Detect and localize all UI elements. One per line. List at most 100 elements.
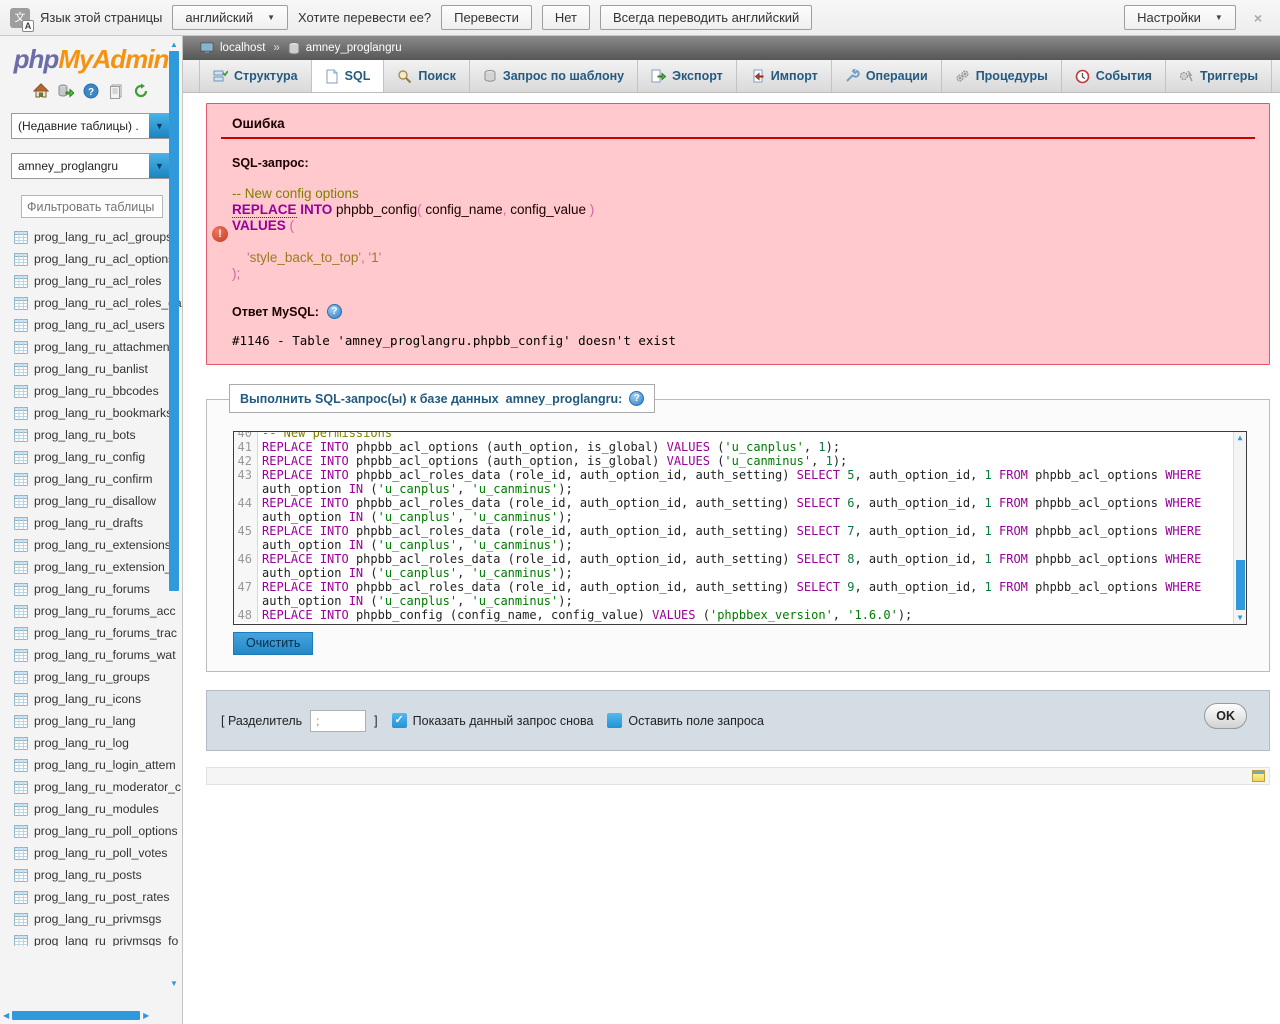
query-window-icon[interactable] xyxy=(1252,770,1265,782)
settings-button[interactable]: Настройки ▼ xyxy=(1124,5,1236,30)
table-list-item[interactable]: prog_lang_ru_forums_wat xyxy=(0,644,182,666)
table-name[interactable]: prog_lang_ru_groups xyxy=(34,670,150,684)
table-list-item[interactable]: prog_lang_ru_lang xyxy=(0,710,182,732)
table-list-item[interactable]: prog_lang_ru_extensions xyxy=(0,534,182,556)
scroll-right-icon[interactable]: ▶ xyxy=(140,1011,152,1020)
retain-query-checkbox[interactable] xyxy=(607,713,622,728)
tab-события[interactable]: События xyxy=(1062,60,1166,92)
table-list-item[interactable]: prog_lang_ru_acl_groups xyxy=(0,226,182,248)
table-name[interactable]: prog_lang_ru_log xyxy=(34,736,129,750)
table-name[interactable]: prog_lang_ru_acl_roles_da xyxy=(34,296,182,310)
tab-поиск[interactable]: Поиск xyxy=(384,60,470,92)
clear-button[interactable]: Очистить xyxy=(233,632,313,655)
table-name[interactable]: prog_lang_ru_privmsgs xyxy=(34,912,161,926)
table-list-item[interactable]: prog_lang_ru_acl_users xyxy=(0,314,182,336)
tab-экспорт[interactable]: Экспорт xyxy=(638,60,737,92)
table-list-item[interactable]: prog_lang_ru_privmsgs_fo xyxy=(0,930,182,946)
close-icon[interactable]: × xyxy=(1246,10,1270,26)
tab-структура[interactable]: Структура xyxy=(199,60,312,92)
always-translate-button[interactable]: Всегда переводить английский xyxy=(600,5,812,30)
exit-icon[interactable] xyxy=(58,83,74,99)
table-list-item[interactable]: prog_lang_ru_bookmarks xyxy=(0,402,182,424)
language-select[interactable]: английский ▼ xyxy=(172,5,288,30)
table-list-item[interactable]: prog_lang_ru_config xyxy=(0,446,182,468)
table-name[interactable]: prog_lang_ru_forums xyxy=(34,582,150,596)
table-name[interactable]: prog_lang_ru_post_rates xyxy=(34,890,170,904)
recent-tables-select[interactable]: (Недавние таблицы) . ▼ xyxy=(11,113,171,139)
table-name[interactable]: prog_lang_ru_modules xyxy=(34,802,159,816)
table-name[interactable]: prog_lang_ru_forums_trac xyxy=(34,626,177,640)
table-name[interactable]: prog_lang_ru_disallow xyxy=(34,494,156,508)
sql-editor[interactable]: 40-- New permissions41REPLACE INTO phpbb… xyxy=(233,431,1247,625)
table-name[interactable]: prog_lang_ru_bookmarks xyxy=(34,406,172,420)
table-list-item[interactable]: prog_lang_ru_banlist xyxy=(0,358,182,380)
table-list-item[interactable]: prog_lang_ru_acl_roles xyxy=(0,270,182,292)
home-icon[interactable] xyxy=(33,83,49,99)
table-list-item[interactable]: prog_lang_ru_bbcodes xyxy=(0,380,182,402)
table-name[interactable]: prog_lang_ru_bots xyxy=(34,428,136,442)
sidebar-horizontal-scrollbar[interactable]: ◀ ▶ xyxy=(0,1009,168,1022)
table-name[interactable]: prog_lang_ru_acl_users xyxy=(34,318,165,332)
table-name[interactable]: prog_lang_ru_extension_g xyxy=(34,560,178,574)
table-list-item[interactable]: prog_lang_ru_groups xyxy=(0,666,182,688)
table-name[interactable]: prog_lang_ru_confirm xyxy=(34,472,153,486)
tab-импорт[interactable]: Импорт xyxy=(737,60,832,92)
table-name[interactable]: prog_lang_ru_drafts xyxy=(34,516,143,530)
table-list-item[interactable]: prog_lang_ru_attachments xyxy=(0,336,182,358)
delimiter-input[interactable] xyxy=(310,710,366,732)
scroll-up-icon[interactable]: ▲ xyxy=(1234,432,1246,444)
scrollbar-thumb[interactable] xyxy=(169,51,179,591)
table-list-item[interactable]: prog_lang_ru_forums xyxy=(0,578,182,600)
scroll-left-icon[interactable]: ◀ xyxy=(0,1011,12,1020)
help-icon[interactable]: ? xyxy=(629,391,644,406)
scroll-down-icon[interactable]: ▼ xyxy=(1234,612,1246,624)
tab-процедуры[interactable]: Процедуры xyxy=(942,60,1062,92)
table-list-item[interactable]: prog_lang_ru_acl_roles_da xyxy=(0,292,182,314)
table-name[interactable]: prog_lang_ru_login_attem xyxy=(34,758,176,772)
filter-tables-input[interactable] xyxy=(21,195,163,218)
legend-database-link[interactable]: amney_proglangru: xyxy=(506,392,623,406)
scroll-up-icon[interactable]: ▲ xyxy=(168,40,180,49)
scrollbar-thumb[interactable] xyxy=(1236,560,1245,610)
table-name[interactable]: prog_lang_ru_banlist xyxy=(34,362,148,376)
table-list-item[interactable]: prog_lang_ru_log xyxy=(0,732,182,754)
table-name[interactable]: prog_lang_ru_forums_acc xyxy=(34,604,176,618)
table-name[interactable]: prog_lang_ru_bbcodes xyxy=(34,384,159,398)
tab-триггеры[interactable]: Триггеры xyxy=(1166,60,1272,92)
table-name[interactable]: prog_lang_ru_forums_wat xyxy=(34,648,176,662)
table-name[interactable]: prog_lang_ru_acl_roles xyxy=(34,274,161,288)
translate-button[interactable]: Перевести xyxy=(441,5,532,30)
table-list-item[interactable]: prog_lang_ru_icons xyxy=(0,688,182,710)
table-list-item[interactable]: prog_lang_ru_drafts xyxy=(0,512,182,534)
table-list-item[interactable]: prog_lang_ru_post_rates xyxy=(0,886,182,908)
table-name[interactable]: prog_lang_ru_extensions xyxy=(34,538,171,552)
no-button[interactable]: Нет xyxy=(542,5,590,30)
table-name[interactable]: prog_lang_ru_lang xyxy=(34,714,136,728)
help-icon[interactable]: ? xyxy=(83,83,99,99)
table-list-item[interactable]: prog_lang_ru_extension_g xyxy=(0,556,182,578)
table-list-item[interactable]: prog_lang_ru_confirm xyxy=(0,468,182,490)
docs-icon[interactable] xyxy=(108,83,124,99)
table-list-item[interactable]: prog_lang_ru_forums_acc xyxy=(0,600,182,622)
table-list-item[interactable]: prog_lang_ru_acl_options xyxy=(0,248,182,270)
table-name[interactable]: prog_lang_ru_posts xyxy=(34,868,142,882)
refresh-icon[interactable] xyxy=(133,83,149,99)
table-list-item[interactable]: prog_lang_ru_login_attem xyxy=(0,754,182,776)
database-select[interactable]: amney_proglangru ▼ xyxy=(11,153,171,179)
ok-button[interactable]: OK xyxy=(1204,703,1247,729)
table-name[interactable]: prog_lang_ru_config xyxy=(34,450,145,464)
tab-операции[interactable]: Операции xyxy=(832,60,942,92)
editor-scrollbar[interactable]: ▲ ▼ xyxy=(1233,432,1246,624)
table-list-item[interactable]: prog_lang_ru_posts xyxy=(0,864,182,886)
scrollbar-thumb[interactable] xyxy=(12,1011,140,1020)
table-name[interactable]: prog_lang_ru_attachments xyxy=(34,340,179,354)
breadcrumb-database[interactable]: amney_proglangru xyxy=(306,42,402,54)
table-list-item[interactable]: prog_lang_ru_poll_options xyxy=(0,820,182,842)
table-list-item[interactable]: prog_lang_ru_disallow xyxy=(0,490,182,512)
table-name[interactable]: prog_lang_ru_moderator_c xyxy=(34,780,181,794)
tab-sql[interactable]: SQL xyxy=(312,60,385,92)
help-icon[interactable]: ? xyxy=(327,304,342,319)
table-name[interactable]: prog_lang_ru_acl_groups xyxy=(34,230,172,244)
table-list-item[interactable]: prog_lang_ru_privmsgs xyxy=(0,908,182,930)
table-list-item[interactable]: prog_lang_ru_bots xyxy=(0,424,182,446)
